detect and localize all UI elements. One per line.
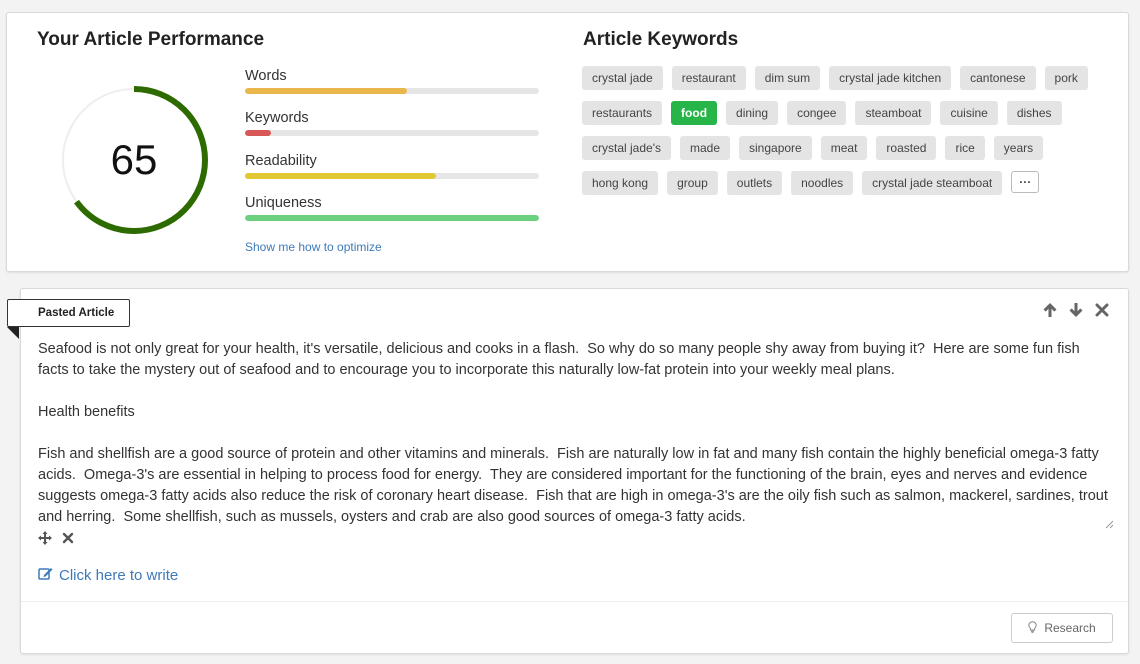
keyword-chip[interactable]: meat [820, 136, 868, 160]
keyword-chip[interactable]: crystal jade [582, 66, 663, 90]
research-button[interactable]: Research [1011, 613, 1113, 643]
research-button-label: Research [1044, 621, 1096, 635]
keyword-chip[interactable]: singapore [739, 136, 812, 160]
metric-readability-fill [245, 173, 437, 179]
keyword-chip[interactable]: roasted [876, 136, 937, 160]
keyword-chip[interactable]: restaurants [582, 101, 663, 125]
keyword-chip[interactable]: rice [945, 136, 985, 160]
keyword-chip[interactable]: crystal jade steamboat [862, 171, 1003, 195]
metric-uniqueness: Uniqueness [245, 195, 539, 221]
metric-words-fill [245, 88, 407, 94]
metric-keywords-track [245, 130, 539, 136]
footer-divider [21, 601, 1128, 602]
edit-icon [38, 566, 53, 585]
keyword-chip[interactable]: steamboat [855, 101, 932, 125]
click-to-write-label: Click here to write [59, 567, 179, 584]
keyword-chip[interactable]: restaurant [671, 66, 746, 90]
keyword-chip[interactable]: congee [787, 101, 847, 125]
metric-keywords-label: Keywords [245, 110, 309, 126]
close-icon[interactable] [1093, 301, 1110, 318]
keyword-chip[interactable]: crystal jade kitchen [829, 66, 952, 90]
keyword-chip[interactable]: years [993, 136, 1044, 160]
score-value: 65 [110, 136, 158, 183]
metric-keywords: Keywords [245, 110, 539, 136]
move-down-icon[interactable] [1067, 301, 1084, 318]
block-controls [1041, 301, 1110, 318]
article-textarea[interactable]: Seafood is not only great for your healt… [38, 339, 1113, 527]
keyword-chip[interactable]: outlets [726, 171, 783, 195]
metric-uniqueness-fill [245, 215, 539, 221]
keyword-chip[interactable]: made [679, 136, 731, 160]
keyword-chip[interactable]: dim sum [754, 66, 821, 90]
keyword-chip[interactable]: pork [1044, 66, 1088, 90]
lightbulb-icon [1028, 620, 1038, 636]
article-editor-panel: Pasted Article Seafood is not only great… [7, 288, 1129, 654]
drag-handle-icon[interactable] [38, 531, 52, 550]
pasted-article-tab: Pasted Article [7, 299, 131, 327]
remove-block-icon[interactable] [62, 531, 74, 550]
metric-words: Words [245, 68, 539, 94]
metric-uniqueness-label: Uniqueness [245, 195, 322, 211]
metric-readability-track [245, 173, 539, 179]
metric-words-track [245, 88, 539, 94]
more-keywords-button[interactable]: ··· [1011, 171, 1040, 193]
keyword-chip[interactable]: hong kong [582, 171, 659, 195]
resize-grip-icon[interactable] [1104, 519, 1114, 529]
click-to-write-link[interactable]: Click here to write [38, 566, 178, 585]
optimize-link[interactable]: Show me how to optimize [245, 240, 382, 254]
metric-words-label: Words [245, 68, 287, 84]
metric-uniqueness-track [245, 215, 539, 221]
move-up-icon[interactable] [1041, 301, 1058, 318]
performance-title: Your Article Performance [37, 29, 265, 50]
keyword-chip[interactable]: cantonese [960, 66, 1036, 90]
metric-keywords-fill [245, 130, 272, 136]
keyword-chip[interactable]: noodles [791, 171, 854, 195]
keywords-title: Article Keywords [583, 29, 739, 50]
keyword-chip[interactable]: crystal jade's [582, 136, 671, 160]
metric-readability-label: Readability [245, 153, 317, 169]
keyword-chip[interactable]: cuisine [940, 101, 998, 125]
tab-fold-decoration [7, 327, 19, 339]
block-tools [38, 531, 74, 550]
keyword-chip[interactable]: dining [726, 101, 779, 125]
keyword-list: crystal jade restaurant dim sum crystal jad… [582, 66, 1102, 195]
article-performance-panel: Your Article Performance 65 Words Keywor… [6, 12, 1129, 272]
metric-readability: Readability [245, 153, 539, 179]
keyword-chip[interactable]: food [671, 101, 718, 125]
keyword-chip[interactable]: group [667, 171, 718, 195]
keyword-chip[interactable]: dishes [1006, 101, 1062, 125]
